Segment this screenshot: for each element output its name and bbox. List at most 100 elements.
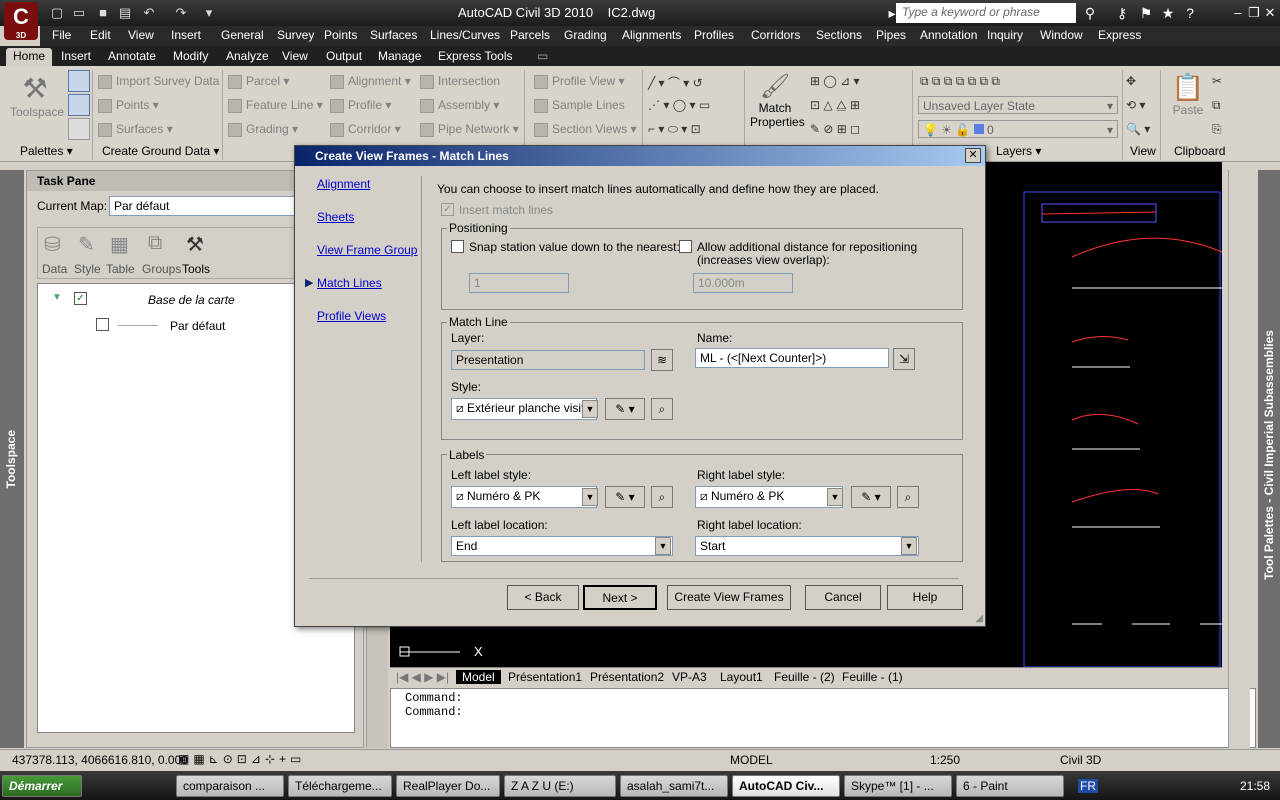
close-icon[interactable]: ✕ bbox=[965, 148, 981, 163]
layer-select[interactable]: 💡 ☀ 🔓 0 ▾ bbox=[918, 120, 1118, 138]
nav-match-lines[interactable]: Match Lines bbox=[317, 276, 382, 290]
mirror-icon[interactable]: ⊡ △ ⧋ ⊞ bbox=[810, 98, 860, 113]
help-icon[interactable]: ? bbox=[1180, 4, 1200, 22]
tool-palettes-strip[interactable]: Tool Palettes - Civil Imperial Subassemb… bbox=[1258, 170, 1280, 748]
menu-survey[interactable]: Survey bbox=[277, 28, 314, 42]
allow-distance-input[interactable]: 10.000m bbox=[693, 273, 793, 293]
coordinates-readout[interactable]: 437378.113, 4066616.810, 0.000 bbox=[12, 753, 188, 767]
tab-layout-3[interactable]: VP-A3 bbox=[672, 670, 707, 684]
toolspace-button[interactable]: ⚒ Toolspace bbox=[10, 72, 64, 119]
preview-right-style-icon[interactable]: ⌕ bbox=[897, 486, 919, 508]
panel-layers[interactable]: Layers ▾ bbox=[996, 144, 1041, 162]
tab-layout-6[interactable]: Feuille - (1) bbox=[842, 670, 903, 684]
menu-grading[interactable]: Grading bbox=[564, 28, 607, 42]
drafting-toggles-icon[interactable]: ▦▦⊾⊙⊡⊿⊹+▭ bbox=[178, 752, 305, 766]
copy-icon[interactable]: ⧉ bbox=[1212, 98, 1221, 113]
task-item[interactable]: asalah_sami7t... bbox=[620, 775, 728, 797]
left-location-dropdown-icon[interactable]: ▼ bbox=[655, 537, 671, 555]
minimize-button[interactable]: – bbox=[1230, 5, 1246, 21]
edit-right-style-icon[interactable]: ✎ ▾ bbox=[851, 486, 891, 508]
tab-annotate[interactable]: Annotate bbox=[101, 48, 163, 66]
menu-profiles[interactable]: Profiles bbox=[694, 28, 734, 42]
next-button[interactable]: Next > bbox=[583, 585, 657, 610]
right-label-style-select[interactable]: ⧄ Numéro & PK bbox=[695, 486, 843, 508]
task-item[interactable]: Z A Z U (E:) bbox=[504, 775, 616, 797]
insert-match-lines-checkbox[interactable]: ✓ bbox=[441, 203, 454, 216]
tab-groups[interactable]: Groups bbox=[142, 262, 181, 276]
application-menu-button[interactable]: C 3D bbox=[4, 2, 38, 40]
menu-corridors[interactable]: Corridors bbox=[751, 28, 800, 42]
edit-style-icon[interactable]: ✎ ▾ bbox=[605, 398, 645, 420]
menu-view[interactable]: View bbox=[128, 28, 154, 42]
panel-palettes[interactable]: Palettes ▾ bbox=[20, 144, 73, 162]
match-properties-button[interactable]: 🖌 Match Properties bbox=[750, 72, 805, 129]
preview-left-style-icon[interactable]: ⌕ bbox=[651, 486, 673, 508]
resize-grip-icon[interactable]: ◢ bbox=[975, 613, 983, 624]
layer-stack-icon[interactable]: ≋ bbox=[651, 349, 673, 371]
layer-state-select[interactable]: Unsaved Layer State ▾ bbox=[918, 96, 1118, 114]
tab-data[interactable]: Data bbox=[42, 262, 67, 276]
zoom-icon[interactable]: 🔍 ▾ bbox=[1126, 122, 1150, 136]
ribbon-minimize-icon[interactable]: ▭ bbox=[530, 48, 555, 66]
tool-palette-icons[interactable] bbox=[1228, 170, 1250, 748]
tab-tools[interactable]: Tools bbox=[182, 262, 210, 276]
language-indicator[interactable]: FR bbox=[1078, 779, 1098, 793]
tab-insert[interactable]: Insert bbox=[54, 48, 98, 66]
annotation-scale[interactable]: 1:250 bbox=[930, 753, 960, 767]
panel-clipboard[interactable]: Clipboard bbox=[1174, 144, 1225, 162]
hatch-icon[interactable]: ⌐ ▾ ⬭ ▾ ⊡ bbox=[648, 122, 701, 137]
open-icon[interactable]: ▭ bbox=[70, 4, 88, 22]
allow-distance-checkbox[interactable] bbox=[679, 240, 692, 253]
tab-layout-4[interactable]: Layout1 bbox=[720, 670, 763, 684]
menu-surfaces[interactable]: Surfaces bbox=[370, 28, 417, 42]
left-style-dropdown-icon[interactable]: ▼ bbox=[582, 488, 598, 506]
menu-lines-curves[interactable]: Lines/Curves bbox=[430, 28, 500, 42]
modify-tools-icon[interactable]: ⊞ ◯ ⊿ ▾ bbox=[810, 74, 860, 88]
task-item[interactable]: Skype™ [1] - ... bbox=[844, 775, 952, 797]
snap-station-input[interactable]: 1 bbox=[469, 273, 569, 293]
line-icon[interactable]: ╱ ▾ ⌒ ▾ ↺ bbox=[648, 74, 703, 91]
points-button[interactable]: Points ▾ bbox=[98, 98, 159, 113]
close-button[interactable]: ✕ bbox=[1262, 5, 1278, 21]
tab-table[interactable]: Table bbox=[106, 262, 135, 276]
layer-tools-icon[interactable]: ⧉ ⧉ ⧉ ⧉ ⧉ ⧉ ⧉ bbox=[920, 74, 1000, 89]
menu-annotation[interactable]: Annotation bbox=[920, 28, 977, 42]
panel-view[interactable]: View bbox=[1130, 144, 1156, 162]
import-survey-button[interactable]: Import Survey Data bbox=[98, 74, 219, 89]
undo-icon[interactable]: ↶ bbox=[140, 4, 158, 22]
paste-button[interactable]: 📋 Paste bbox=[1168, 72, 1208, 117]
back-button[interactable]: < Back bbox=[507, 585, 579, 610]
tree-child-checkbox[interactable] bbox=[96, 318, 109, 331]
name-template-icon[interactable]: ⇲ bbox=[893, 348, 915, 370]
tab-nav-arrows-icon[interactable]: |◀ ◀ ▶ ▶| bbox=[396, 670, 449, 684]
tab-home[interactable]: Home bbox=[6, 48, 53, 66]
menu-sections[interactable]: Sections bbox=[816, 28, 862, 42]
tree-child-label[interactable]: Par défaut bbox=[170, 319, 225, 333]
tab-layout-1[interactable]: Présentation1 bbox=[508, 670, 582, 684]
polyline-icon[interactable]: ⋰ ▾ ◯ ▾ ▭ bbox=[648, 98, 710, 112]
start-button[interactable]: Démarrer bbox=[2, 775, 82, 797]
feature-line-button[interactable]: Feature Line ▾ bbox=[228, 98, 323, 113]
left-label-location-select[interactable]: End bbox=[451, 536, 673, 556]
command-line[interactable]: Command: Command: bbox=[390, 688, 1256, 748]
sample-lines-button[interactable]: Sample Lines bbox=[534, 98, 625, 113]
parcel-button[interactable]: Parcel ▾ bbox=[228, 74, 289, 89]
menu-general[interactable]: General bbox=[221, 28, 264, 42]
menu-pipes[interactable]: Pipes bbox=[876, 28, 906, 42]
orbit-icon[interactable]: ⟲ ▾ bbox=[1126, 98, 1145, 112]
nav-view-frame-group[interactable]: View Frame Group bbox=[317, 243, 417, 257]
edit-left-style-icon[interactable]: ✎ ▾ bbox=[605, 486, 645, 508]
menu-points[interactable]: Points bbox=[324, 28, 357, 42]
corridor-button[interactable]: Corridor ▾ bbox=[330, 122, 401, 137]
menu-inquiry[interactable]: Inquiry bbox=[987, 28, 1023, 42]
redo-icon[interactable]: ↷ bbox=[172, 4, 190, 22]
tree-expand-icon[interactable]: ▼ bbox=[52, 292, 62, 303]
menu-edit[interactable]: Edit bbox=[90, 28, 111, 42]
qat-dropdown-icon[interactable]: ▾ bbox=[200, 4, 218, 22]
task-item-active[interactable]: AutoCAD Civ... bbox=[732, 775, 840, 797]
toolbox-icon[interactable] bbox=[68, 118, 90, 140]
toolspace-strip[interactable]: Toolspace bbox=[0, 170, 24, 748]
print-icon[interactable]: ▤ bbox=[116, 4, 134, 22]
tab-layout-5[interactable]: Feuille - (2) bbox=[774, 670, 835, 684]
erase-icon[interactable]: ✎ ⊘ ⊞ ◻ bbox=[810, 122, 860, 136]
